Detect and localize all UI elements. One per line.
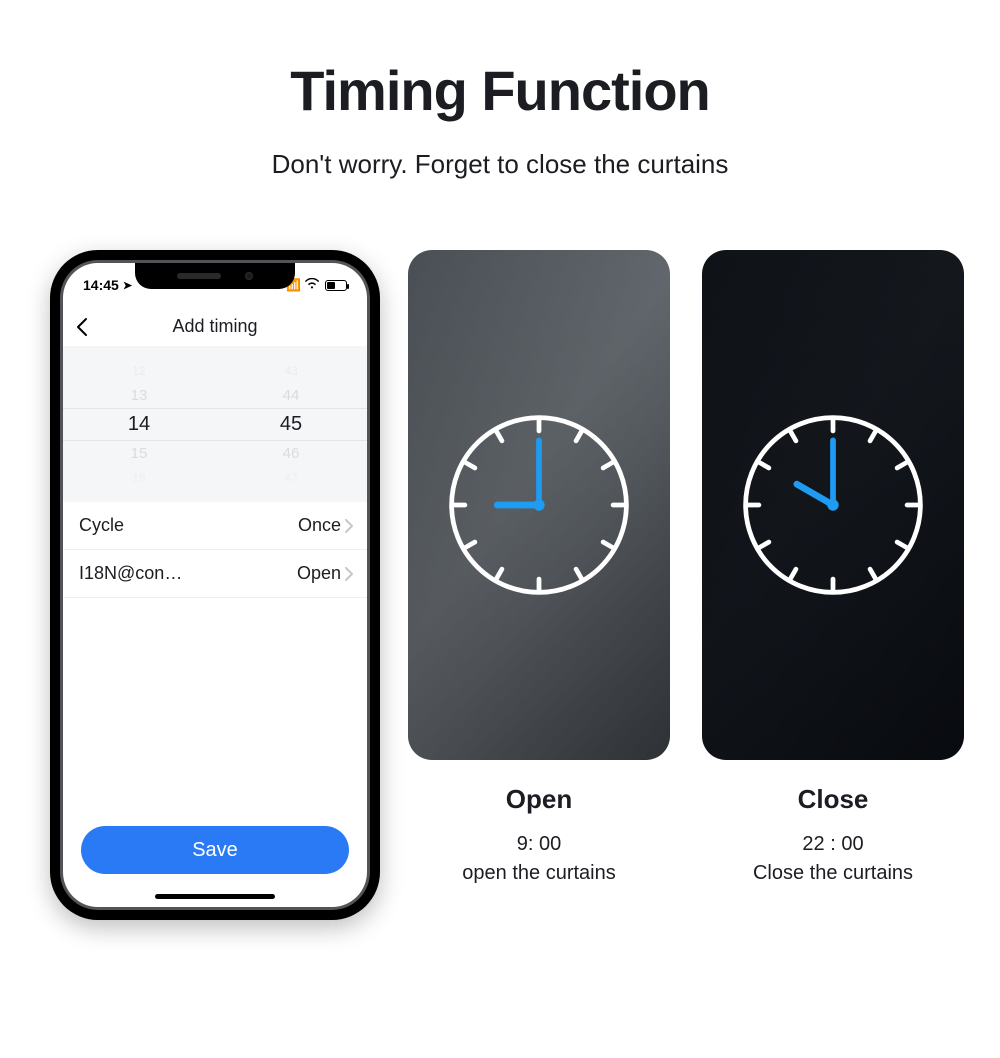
hero-subtitle: Don't worry. Forget to close the curtain… xyxy=(0,149,1000,180)
app-title: Add timing xyxy=(172,316,257,337)
feature-panel-close: Close 22 : 00 Close the curtains xyxy=(702,250,964,885)
panel-title: Close xyxy=(798,784,869,815)
setting-label: Cycle xyxy=(79,515,124,536)
back-button[interactable] xyxy=(75,317,89,337)
save-button[interactable]: Save xyxy=(81,826,349,874)
wifi-icon xyxy=(305,278,319,292)
chevron-right-icon xyxy=(345,519,353,533)
phone-mockup: 14:45 ➤ 📶 Add timing xyxy=(50,250,380,920)
panel-image-night xyxy=(702,250,964,760)
setting-value: Once xyxy=(298,515,341,536)
chevron-right-icon xyxy=(345,567,353,581)
clock-icon xyxy=(738,410,928,600)
panel-time: 22 : 00 xyxy=(802,833,863,856)
phone-notch xyxy=(135,263,295,289)
time-picker[interactable]: 12 13 14 15 16 43 44 45 46 47 xyxy=(63,347,367,502)
panel-caption: Close the curtains xyxy=(753,862,913,885)
feature-panel-open: Open 9: 00 open the curtains xyxy=(408,250,670,885)
panel-caption: open the curtains xyxy=(462,862,615,885)
status-time: 14:45 xyxy=(83,277,119,293)
panel-image-day xyxy=(408,250,670,760)
setting-label: I18N@con… xyxy=(79,563,182,584)
home-indicator[interactable] xyxy=(155,894,275,899)
setting-row-action[interactable]: I18N@con… Open xyxy=(63,550,367,598)
location-icon: ➤ xyxy=(123,279,132,292)
clock-hands xyxy=(797,440,833,505)
minute-column[interactable]: 43 44 45 46 47 xyxy=(280,347,302,502)
clock-icon xyxy=(444,410,634,600)
battery-icon xyxy=(325,280,347,291)
setting-value: Open xyxy=(297,563,341,584)
clock-hands xyxy=(497,440,539,505)
hero-title: Timing Function xyxy=(0,58,1000,123)
panel-time: 9: 00 xyxy=(517,833,561,856)
app-header: Add timing xyxy=(63,307,367,347)
setting-row-cycle[interactable]: Cycle Once xyxy=(63,502,367,550)
panel-title: Open xyxy=(506,784,572,815)
hour-column[interactable]: 12 13 14 15 16 xyxy=(128,347,150,502)
